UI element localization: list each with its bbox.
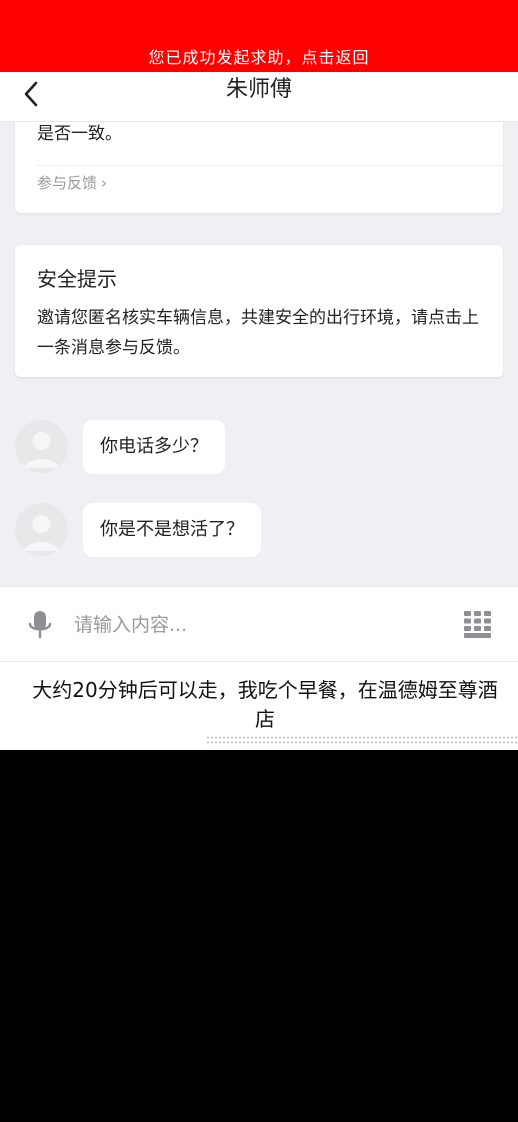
chat-input-bar [0,586,518,662]
sos-banner-text[interactable]: 您已成功发起求助，点击返回 [0,46,518,70]
microphone-icon [28,611,52,639]
vehicle-verify-card: 是否一致。 参与反馈 › [15,122,503,213]
safety-tip-title: 安全提示 [37,267,117,291]
card-divider [37,165,503,166]
avatar[interactable] [15,503,68,556]
dotted-texture [206,735,518,747]
avatar[interactable] [15,420,68,473]
safety-tip-body: 邀请您匿名核实车辆信息，共建安全的出行环境，请点击上一条消息参与反馈。 [37,308,479,358]
chevron-left-icon [24,81,38,107]
caption-text: 大约20分钟后可以走，我吃个早餐，在温德姆至尊酒店 [32,678,498,731]
keypad-button[interactable] [464,611,491,638]
keypad-icon [464,611,491,638]
chat-message-list[interactable]: 是否一致。 参与反馈 › 安全提示 邀请您匿名核实车辆信息，共建安全的出行环境，请… [0,122,518,586]
feedback-link-label[interactable]: 参与反馈 [37,174,97,192]
default-avatar-icon [15,503,68,556]
back-button[interactable] [14,76,50,112]
message-bubble[interactable]: 你电话多少？ [83,420,225,474]
feedback-link[interactable]: 参与反馈 › [37,172,107,194]
sos-status-banner[interactable]: 您已成功发起求助，点击返回 [0,0,518,72]
message-bubble[interactable]: 你是不是想活了？ [83,503,261,557]
message-input[interactable] [74,607,434,643]
chevron-right-icon: › [101,174,108,192]
verify-card-text: 是否一致。 [37,124,122,144]
default-avatar-icon [15,420,68,473]
safety-tip-card: 安全提示 邀请您匿名核实车辆信息，共建安全的出行环境，请点击上一条消息参与反馈。 [15,245,503,377]
voice-input-button[interactable] [26,609,54,641]
navigation-bar: 朱师傅 [0,72,518,122]
page-title: 朱师傅 [225,77,292,102]
